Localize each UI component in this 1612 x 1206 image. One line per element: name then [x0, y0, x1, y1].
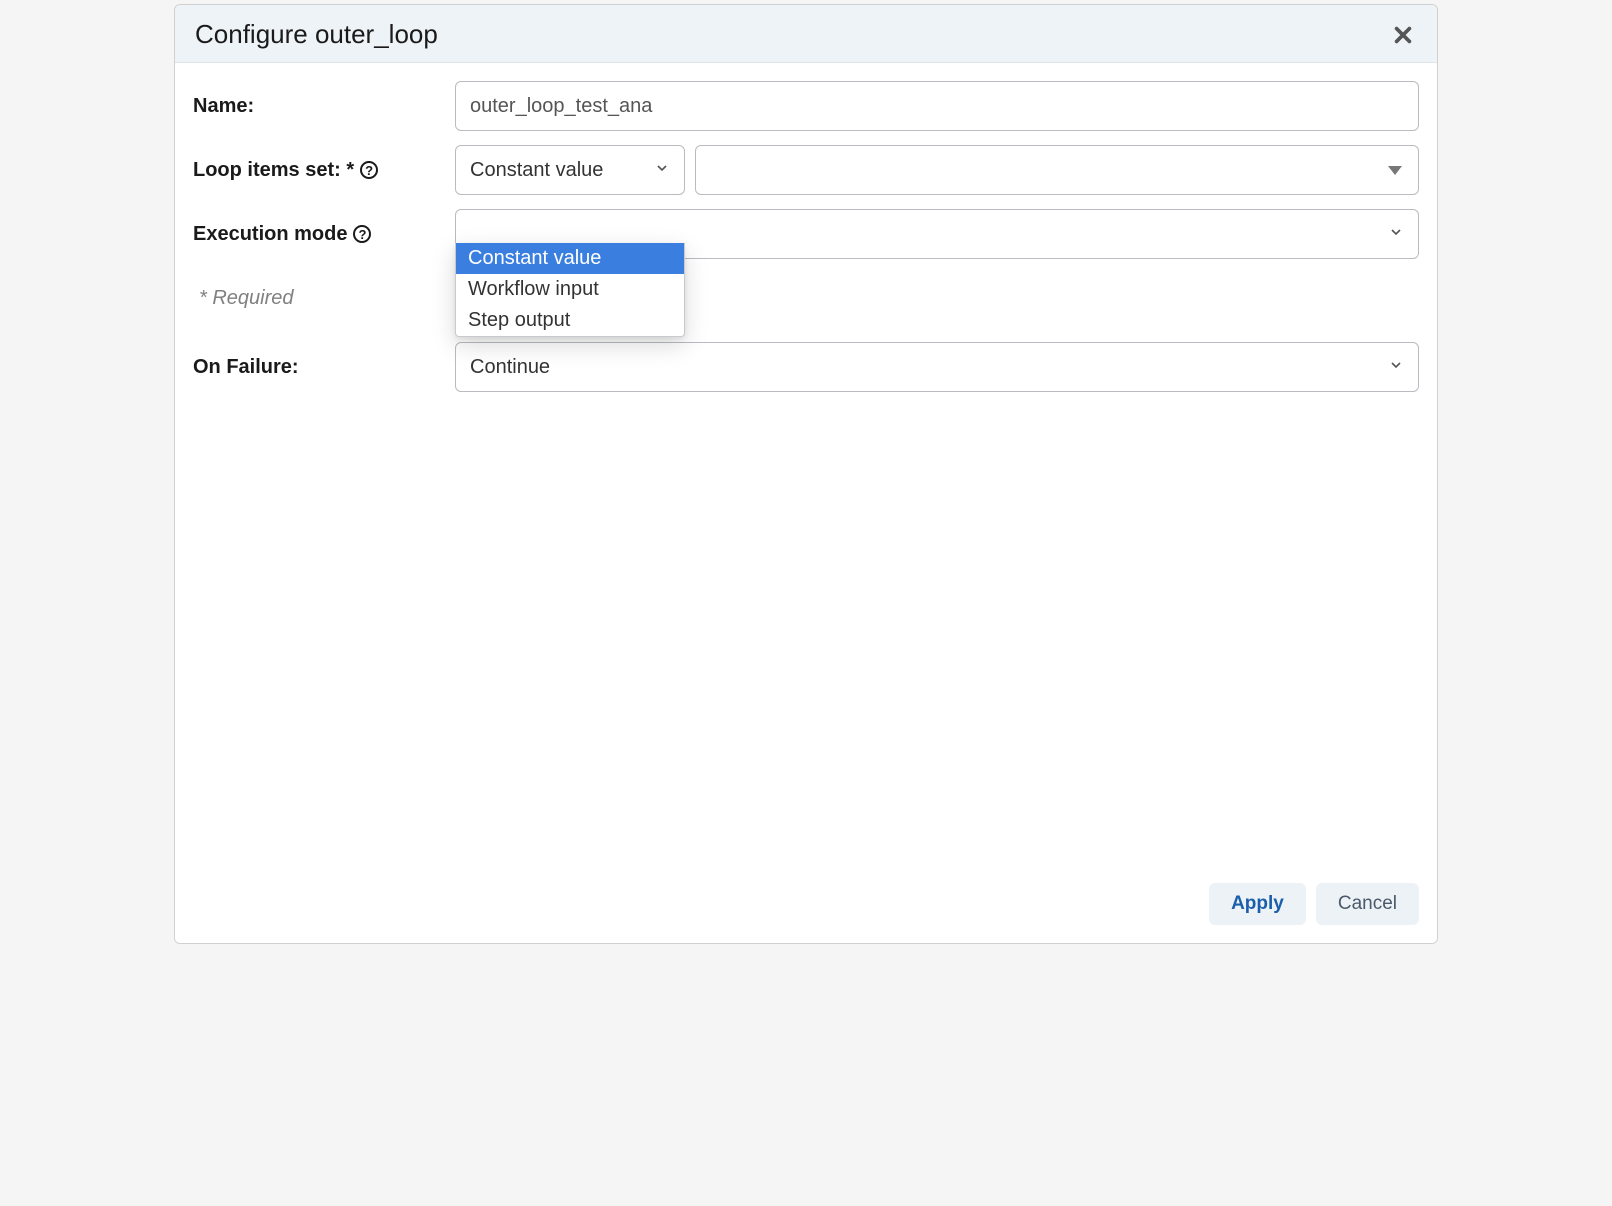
required-note: * Required: [199, 287, 1419, 310]
name-input[interactable]: [455, 81, 1419, 131]
label-on-failure: On Failure:: [193, 356, 455, 379]
dialog-title: Configure outer_loop: [195, 19, 438, 50]
dialog-footer: Apply Cancel: [175, 871, 1437, 943]
label-name: Name:: [193, 95, 455, 118]
help-icon[interactable]: ?: [353, 225, 371, 243]
row-name: Name:: [193, 81, 1419, 131]
chevron-down-icon: [1388, 357, 1404, 378]
row-on-failure: On Failure: Continue: [193, 342, 1419, 392]
help-icon[interactable]: ?: [360, 161, 378, 179]
row-loop-items: Loop items set: * ? Constant value: [193, 145, 1419, 195]
loop-items-type-value: Constant value: [470, 159, 654, 182]
label-execution-mode: Execution mode ?: [193, 223, 455, 246]
dropdown-option-constant-value[interactable]: Constant value: [456, 243, 684, 274]
field-loop-items: Constant value: [455, 145, 1419, 195]
dropdown-option-step-output[interactable]: Step output: [456, 305, 684, 336]
on-failure-select[interactable]: Continue: [455, 342, 1419, 392]
close-button[interactable]: [1389, 21, 1417, 49]
close-icon: [1392, 24, 1414, 46]
on-failure-value: Continue: [470, 356, 1388, 379]
chevron-down-icon: [654, 160, 670, 181]
field-on-failure: Continue: [455, 342, 1419, 392]
row-execution-mode: Execution mode ?: [193, 209, 1419, 259]
label-loop-items: Loop items set: * ?: [193, 159, 455, 182]
dropdown-option-workflow-input[interactable]: Workflow input: [456, 274, 684, 305]
loop-items-type-select[interactable]: Constant value: [455, 145, 685, 195]
field-name: [455, 81, 1419, 131]
label-loop-items-text: Loop items set: *: [193, 159, 354, 182]
apply-button[interactable]: Apply: [1209, 883, 1306, 925]
label-execution-mode-text: Execution mode: [193, 223, 347, 246]
chevron-down-icon: [1388, 224, 1404, 245]
dialog-body: Name: Loop items set: * ? Constant value: [175, 63, 1437, 871]
triangle-down-icon: [1388, 166, 1402, 175]
dialog-header: Configure outer_loop: [175, 5, 1437, 63]
cancel-button[interactable]: Cancel: [1316, 883, 1419, 925]
configure-dialog: Configure outer_loop Name: Loop items se…: [174, 4, 1438, 944]
loop-items-value-select[interactable]: [695, 145, 1419, 195]
loop-items-type-dropdown: Constant value Workflow input Step outpu…: [455, 243, 685, 337]
